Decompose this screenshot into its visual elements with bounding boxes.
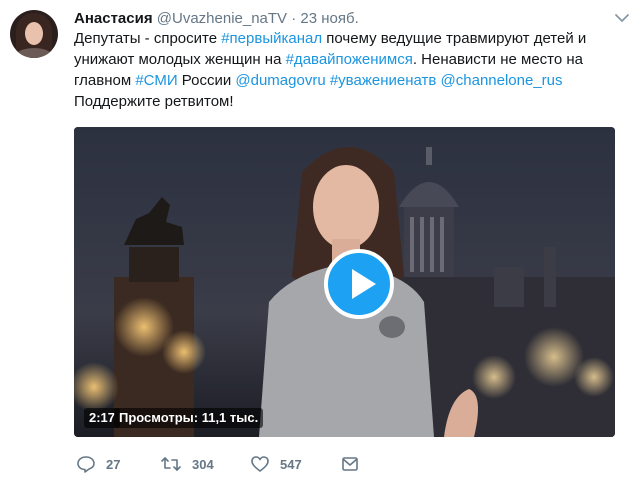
video-views: Просмотры: 11,1 тыс.: [114, 408, 264, 428]
author-avatar[interactable]: [10, 10, 58, 58]
like-button[interactable]: 547: [250, 452, 302, 476]
text-part: Поддержите ретвитом!: [74, 93, 234, 110]
video-player[interactable]: 2:17 Просмотры: 11,1 тыс.: [74, 127, 615, 437]
text-part: Депутаты - спросите: [74, 30, 222, 47]
retweet-icon: [161, 457, 181, 471]
like-icon: [251, 456, 269, 472]
tweet-actions: 27 304 547: [74, 452, 374, 476]
like-count: 547: [280, 456, 302, 472]
play-button[interactable]: [324, 249, 394, 319]
author-name[interactable]: Анастасия: [74, 10, 153, 27]
tweet-header: Анастасия @Uvazhenie_naTV · 23 нояб.: [74, 9, 359, 29]
author-handle[interactable]: @Uvazhenie_naTV: [157, 10, 287, 27]
retweet-button[interactable]: 304: [160, 452, 214, 476]
direct-message-button[interactable]: [340, 452, 360, 476]
tweet-text: Депутаты - спросите #первыйканал почему …: [74, 28, 619, 112]
avatar-face: [25, 22, 43, 45]
reply-count: 27: [106, 456, 121, 472]
direct-message-icon: [342, 457, 358, 471]
mention-link[interactable]: @channelone_rus: [441, 72, 563, 89]
hashtag-link[interactable]: #уважениенатв: [330, 72, 437, 89]
hashtag-link[interactable]: #СМИ: [135, 72, 177, 89]
caret-down-icon[interactable]: [614, 11, 630, 25]
header-separator: ·: [291, 10, 297, 27]
play-icon: [352, 269, 376, 299]
retweet-count: 304: [192, 456, 214, 472]
hashtag-link[interactable]: #первыйканал: [221, 30, 322, 47]
text-part: России: [177, 72, 236, 89]
mention-link[interactable]: @dumagovru: [235, 72, 325, 89]
reply-button[interactable]: 27: [76, 452, 120, 476]
hashtag-link[interactable]: #давайпоженимся: [286, 51, 413, 68]
tweet-date[interactable]: 23 нояб.: [300, 10, 358, 27]
reply-icon: [77, 456, 95, 473]
